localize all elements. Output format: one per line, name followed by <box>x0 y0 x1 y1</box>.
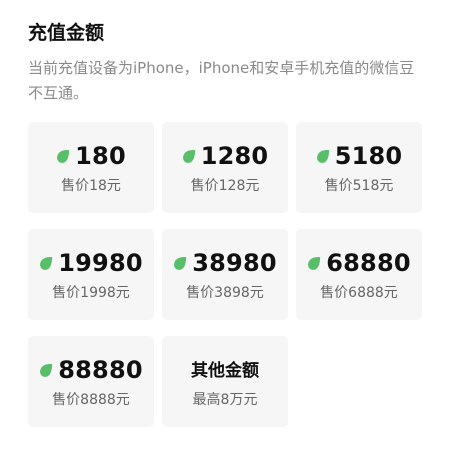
amount-option-19980[interactable]: 19980 售价1998元 <box>28 229 154 320</box>
recharge-page: 充值金额 当前充值设备为iPhone，iPhone和安卓手机充值的微信豆不互通。… <box>0 0 450 456</box>
option-price: 售价128元 <box>190 177 260 194</box>
bean-amount: 88880 <box>58 355 143 384</box>
wechat-bean-icon <box>316 149 330 164</box>
bean-amount: 19980 <box>58 248 143 277</box>
wechat-bean-icon <box>182 149 196 164</box>
amount-option-5180[interactable]: 5180 售价518元 <box>296 122 422 213</box>
amount-option-88880[interactable]: 88880 售价8888元 <box>28 336 154 427</box>
amount-row: 38980 <box>173 248 277 278</box>
amount-row: 88880 <box>39 355 143 385</box>
option-price: 售价1998元 <box>52 284 130 301</box>
amount-option-180[interactable]: 180 售价18元 <box>28 122 154 213</box>
amount-row: 5180 <box>316 141 403 171</box>
wechat-bean-icon <box>56 149 70 164</box>
bean-amount: 68880 <box>326 248 411 277</box>
amount-row: 19980 <box>39 248 143 278</box>
other-amount-title: 其他金额 <box>191 360 259 381</box>
option-price: 售价18元 <box>61 177 121 194</box>
bean-amount: 38980 <box>192 248 277 277</box>
amount-option-68880[interactable]: 68880 售价6888元 <box>296 229 422 320</box>
option-price: 售价3898元 <box>186 284 264 301</box>
wechat-bean-icon <box>173 256 187 271</box>
page-title: 充值金额 <box>28 22 105 44</box>
other-amount-option[interactable]: 其他金额 最高8万元 <box>162 336 288 427</box>
amount-option-1280[interactable]: 1280 售价128元 <box>162 122 288 213</box>
option-price: 售价6888元 <box>320 284 398 301</box>
bean-amount: 1280 <box>200 141 269 170</box>
wechat-bean-icon <box>39 363 53 378</box>
other-amount-limit: 最高8万元 <box>192 391 258 408</box>
amount-option-38980[interactable]: 38980 售价3898元 <box>162 229 288 320</box>
bean-amount: 180 <box>75 141 126 170</box>
wechat-bean-icon <box>307 256 321 271</box>
amount-row: 1280 <box>182 141 269 171</box>
amount-grid: 180 售价18元 1280 售价128元 5180 售价518元 19980 … <box>28 122 422 427</box>
device-notice: 当前充值设备为iPhone，iPhone和安卓手机充值的微信豆不互通。 <box>28 59 415 102</box>
option-price: 售价518元 <box>324 177 394 194</box>
amount-row: 180 <box>56 141 126 171</box>
amount-row: 68880 <box>307 248 411 278</box>
wechat-bean-icon <box>39 256 53 271</box>
bean-amount: 5180 <box>334 141 403 170</box>
option-price: 售价8888元 <box>52 391 130 408</box>
